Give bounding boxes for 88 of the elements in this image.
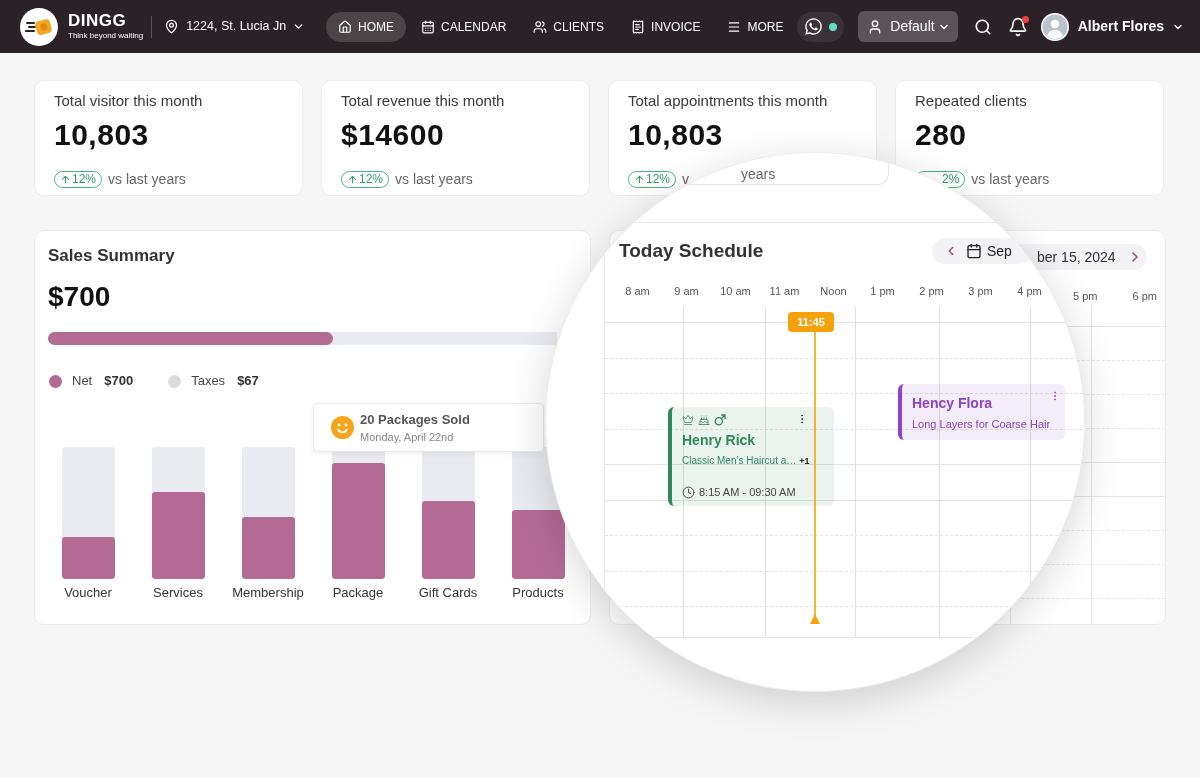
card-title: Sales Summary (48, 246, 176, 266)
brand-tagline: Think beyond waiting (68, 31, 144, 41)
hour-label: 1 pm (870, 284, 895, 298)
house-icon (338, 19, 352, 34)
bar-label: Package (332, 585, 384, 601)
profile-dropdown[interactable]: Default (858, 11, 958, 42)
appointment-card[interactable]: Henry Rick Classic Men’s Haircut a… +1 8:15 AM - 09:30 AM (668, 407, 834, 506)
menu-icon (727, 19, 742, 34)
profile-name: Default (890, 17, 935, 36)
map-pin-icon (164, 19, 180, 34)
client-name: Hency Flora (912, 395, 993, 412)
receipt-icon (631, 19, 646, 34)
change-value: 12% (646, 172, 671, 186)
tooltip-title: 20 Packages Sold (360, 411, 470, 428)
tooltip-date: Monday, April 22nd (360, 430, 455, 444)
stat-value: 280 (915, 118, 968, 152)
comparison-note: v (682, 171, 690, 187)
card-title: Today Schedule (619, 240, 764, 262)
hour-label: 11 am (769, 284, 800, 298)
current-time-badge: 11:45 (788, 312, 834, 332)
nav-tab[interactable]: CALENDAR (409, 11, 519, 42)
change-value: 12% (359, 172, 384, 186)
date-text[interactable]: Sep (987, 243, 1012, 259)
phone-bubble-icon (804, 17, 824, 36)
legend-label: Net (72, 373, 93, 389)
nav-tab[interactable]: CLIENTS (521, 11, 617, 42)
location-selector[interactable]: 1224, St. Lucia Jn (164, 17, 306, 36)
appointment-time: 8:15 AM - 09:30 AM (699, 485, 796, 499)
users-icon (533, 19, 548, 34)
arrow-up-icon (60, 173, 71, 185)
comparison-note: vs last years (395, 171, 473, 187)
comparison-note: years (741, 166, 776, 182)
user-menu[interactable]: Albert Flores (1040, 12, 1184, 41)
avatar-icon (1040, 12, 1069, 41)
hour-label: 9 am (674, 284, 699, 298)
legend-value: $700 (104, 373, 134, 389)
client-name: Henry Rick (682, 432, 756, 449)
stat-title: Repeated clients (915, 92, 1028, 110)
arrow-up-icon (634, 173, 645, 185)
stat-title: Total visitor this month (54, 92, 204, 110)
change-value: 12% (72, 172, 97, 186)
calendar-icon (421, 19, 435, 34)
hour-label: 4 pm (1017, 284, 1042, 298)
comparison-note: vs last years (971, 171, 1050, 187)
hour-label: 6 pm (1132, 289, 1157, 303)
appointment-card[interactable]: Hency Flora Long Layers for Coarse Hair (898, 384, 1065, 440)
search-icon[interactable] (973, 17, 992, 36)
service-name: Classic Men’s Haircut a… (682, 454, 797, 468)
hour-label: 5 pm (1073, 289, 1098, 303)
calendar-icon (966, 243, 982, 259)
bar-label: Membership (232, 585, 304, 601)
stat-title: Total appointments this month (628, 92, 829, 110)
chat-status-button[interactable] (797, 11, 845, 42)
nav-tab[interactable]: HOME (326, 11, 406, 42)
location-name: 1224, St. Lucia Jn (186, 18, 287, 36)
logo-icon (20, 7, 58, 46)
hour-label: 8 am (625, 284, 650, 298)
smiley-icon (331, 416, 354, 439)
hour-label: 3 pm (968, 284, 993, 298)
stat-value: $14600 (341, 118, 446, 152)
hour-label: 2 pm (919, 284, 944, 298)
cake-icon (698, 414, 710, 426)
date-text[interactable]: ber 15, 2024 (1037, 249, 1116, 265)
bell-icon[interactable] (1007, 16, 1028, 37)
bar-label: Gift Cards (418, 585, 478, 601)
user-name: Albert Flores (1077, 17, 1164, 36)
stat-value: 10,803 (628, 118, 724, 152)
arrow-up-icon (347, 173, 358, 185)
stat-value: 10,803 (54, 118, 150, 152)
sales-total: $700 (48, 281, 112, 313)
nav-tab[interactable]: INVOICE (619, 11, 713, 42)
legend-value: $67 (237, 373, 259, 389)
brand-name: DINGG (68, 12, 127, 30)
bar-label: Voucher (64, 585, 112, 601)
hour-label: Noon (820, 284, 847, 298)
bar-label: Products (512, 585, 564, 601)
change-value: 2% (942, 172, 960, 186)
service-name: Long Layers for Coarse Hair (912, 417, 1051, 431)
legend-label: Taxes (191, 373, 226, 389)
hour-label: 10 am (720, 284, 751, 298)
extra-services-count: +1 (799, 455, 810, 468)
comparison-note: vs last years (108, 171, 186, 187)
stat-title: Total revenue this month (341, 92, 506, 110)
clock-icon (682, 485, 695, 499)
male-symbol-icon (714, 414, 726, 426)
nav-tab[interactable]: MORE (715, 11, 796, 42)
crown-icon (682, 414, 694, 426)
bar-label: Services (153, 585, 203, 601)
